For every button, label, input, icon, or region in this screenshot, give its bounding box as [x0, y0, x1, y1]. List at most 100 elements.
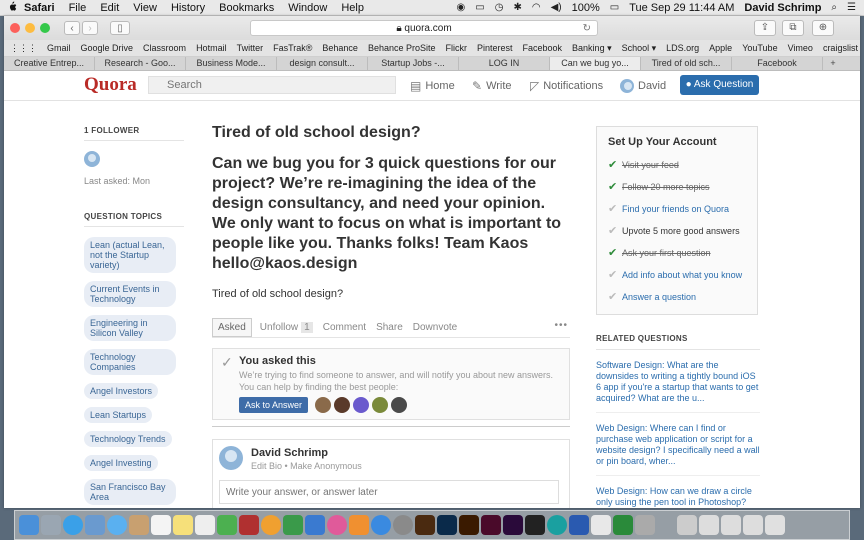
- bookmark-item[interactable]: Behance: [322, 43, 358, 53]
- menu-view[interactable]: View: [133, 2, 157, 14]
- topic-tag[interactable]: Lean (actual Lean, not the Startup varie…: [84, 237, 176, 273]
- sketchbook-icon[interactable]: [635, 515, 655, 535]
- bookmark-item[interactable]: School ▾: [622, 43, 657, 54]
- menu-bookmarks[interactable]: Bookmarks: [219, 2, 274, 14]
- illustrator-icon[interactable]: [459, 515, 479, 535]
- bookmark-item[interactable]: Hotmail: [196, 43, 227, 53]
- suggested-user-avatar[interactable]: [391, 397, 408, 413]
- sidebar-toggle-icon[interactable]: ▯: [110, 21, 130, 35]
- zoom-window-icon[interactable]: [40, 23, 50, 33]
- topic-tag[interactable]: Angel Investing: [84, 455, 158, 471]
- topic-tag[interactable]: Angel Investors: [84, 383, 159, 399]
- word-icon[interactable]: [569, 515, 589, 535]
- app-name[interactable]: Safari: [24, 2, 55, 14]
- user-avatar[interactable]: [219, 446, 243, 470]
- calendar-icon[interactable]: [151, 515, 171, 535]
- finder-icon[interactable]: [19, 515, 39, 535]
- pen-icon[interactable]: [591, 515, 611, 535]
- answer-author-options[interactable]: Edit Bio • Make Anonymous: [251, 461, 362, 471]
- user-menu[interactable]: David Schrimp: [744, 2, 821, 14]
- answer-input[interactable]: [219, 480, 559, 504]
- safari-icon[interactable]: [63, 515, 83, 535]
- bookmark-item[interactable]: Banking ▾: [572, 43, 612, 54]
- photos-icon[interactable]: [261, 515, 281, 535]
- quora-logo[interactable]: Quora: [84, 74, 137, 96]
- notification-center-icon[interactable]: ☰: [847, 2, 856, 13]
- ask-question-button[interactable]: ● Ask Question: [680, 75, 759, 95]
- app-store-icon[interactable]: [371, 515, 391, 535]
- search-input[interactable]: [148, 76, 396, 94]
- browser-tab[interactable]: Facebook: [732, 57, 823, 70]
- related-question-link[interactable]: Software Design: What are the downsides …: [596, 360, 760, 413]
- nav-home[interactable]: ▤ Home: [410, 79, 455, 93]
- itunes-icon[interactable]: [327, 515, 347, 535]
- menu-file[interactable]: File: [69, 2, 87, 14]
- stack-icon[interactable]: [743, 515, 763, 535]
- wifi-icon[interactable]: ◠: [532, 2, 541, 13]
- back-button[interactable]: ‹: [64, 21, 80, 35]
- menu-edit[interactable]: Edit: [100, 2, 119, 14]
- bookmark-item[interactable]: Google Drive: [81, 43, 134, 53]
- bookmark-item[interactable]: Pinterest: [477, 43, 513, 53]
- bookmark-item[interactable]: Behance ProSite: [368, 43, 436, 53]
- suggested-user-avatar[interactable]: [334, 397, 351, 413]
- nav-profile[interactable]: David: [620, 79, 666, 93]
- suggested-user-avatar[interactable]: [372, 397, 389, 413]
- battery-icon[interactable]: ▭: [610, 2, 619, 13]
- answer-author-name[interactable]: David Schrimp: [251, 447, 328, 459]
- bookmark-item[interactable]: Twitter: [237, 43, 264, 53]
- airplay-icon[interactable]: ▭: [475, 2, 484, 13]
- bookmark-item[interactable]: craigslist: [823, 43, 858, 53]
- topic-tag[interactable]: Technology Trends: [84, 431, 172, 447]
- bookmark-item[interactable]: Flickr: [445, 43, 467, 53]
- messages-icon[interactable]: [107, 515, 127, 535]
- notes-icon[interactable]: [173, 515, 193, 535]
- minimize-window-icon[interactable]: [25, 23, 35, 33]
- system-preferences-icon[interactable]: [393, 515, 413, 535]
- excel-icon[interactable]: [613, 515, 633, 535]
- suggested-user-avatar[interactable]: [353, 397, 370, 413]
- topic-tag[interactable]: Technology Companies: [84, 349, 176, 375]
- related-question-link[interactable]: Web Design: Where can I find or purchase…: [596, 423, 760, 476]
- downloads-folder-icon[interactable]: [699, 515, 719, 535]
- bridge-icon[interactable]: [415, 515, 435, 535]
- bookmark-item[interactable]: LDS.org: [666, 43, 699, 53]
- menu-help[interactable]: Help: [341, 2, 364, 14]
- indesign-icon[interactable]: [481, 515, 501, 535]
- browser-tab[interactable]: design consult...: [277, 57, 368, 70]
- close-window-icon[interactable]: [10, 23, 20, 33]
- bookmark-item[interactable]: Facebook: [523, 43, 563, 53]
- ibooks-icon[interactable]: [349, 515, 369, 535]
- browser-tab[interactable]: Business Mode...: [186, 57, 277, 70]
- more-options-icon[interactable]: •••: [554, 320, 568, 331]
- browser-tab[interactable]: Research - Goo...: [95, 57, 186, 70]
- mail-icon[interactable]: [85, 515, 105, 535]
- reload-icon[interactable]: ↻: [583, 21, 591, 36]
- share-button[interactable]: Share: [376, 322, 403, 333]
- clock[interactable]: Tue Sep 29 11:44 AM: [629, 2, 734, 14]
- bookmark-item[interactable]: Gmail: [47, 43, 71, 53]
- browser-tab[interactable]: Startup Jobs -...: [368, 57, 459, 70]
- desktop-stack-icon[interactable]: [721, 515, 741, 535]
- keynote-icon[interactable]: [305, 515, 325, 535]
- setup-item[interactable]: ✔ Ask your first question: [608, 242, 746, 264]
- trash-icon[interactable]: [765, 515, 785, 535]
- browser-tab[interactable]: Tired of old sch...: [641, 57, 732, 70]
- bookmark-item[interactable]: Apple: [709, 43, 732, 53]
- pages-icon[interactable]: [525, 515, 545, 535]
- contacts-icon[interactable]: [129, 515, 149, 535]
- downloads-icon[interactable]: ⊕: [812, 20, 834, 36]
- topic-tag[interactable]: Engineering in Silicon Valley: [84, 315, 176, 341]
- bookmark-item[interactable]: YouTube: [742, 43, 777, 53]
- search-icon[interactable]: ⌕: [831, 2, 837, 13]
- premiere-icon[interactable]: [503, 515, 523, 535]
- topic-tag[interactable]: Lean Startups: [84, 407, 153, 423]
- menu-window[interactable]: Window: [288, 2, 327, 14]
- photoshop-icon[interactable]: [437, 515, 457, 535]
- bookmark-item[interactable]: Classroom: [143, 43, 186, 53]
- menu-history[interactable]: History: [171, 2, 205, 14]
- numbers-icon[interactable]: [283, 515, 303, 535]
- setup-item[interactable]: ✔ Find your friends on Quora: [608, 198, 746, 220]
- share-icon[interactable]: ⇪: [754, 20, 776, 36]
- topic-tag[interactable]: San Francisco Bay Area: [84, 479, 176, 505]
